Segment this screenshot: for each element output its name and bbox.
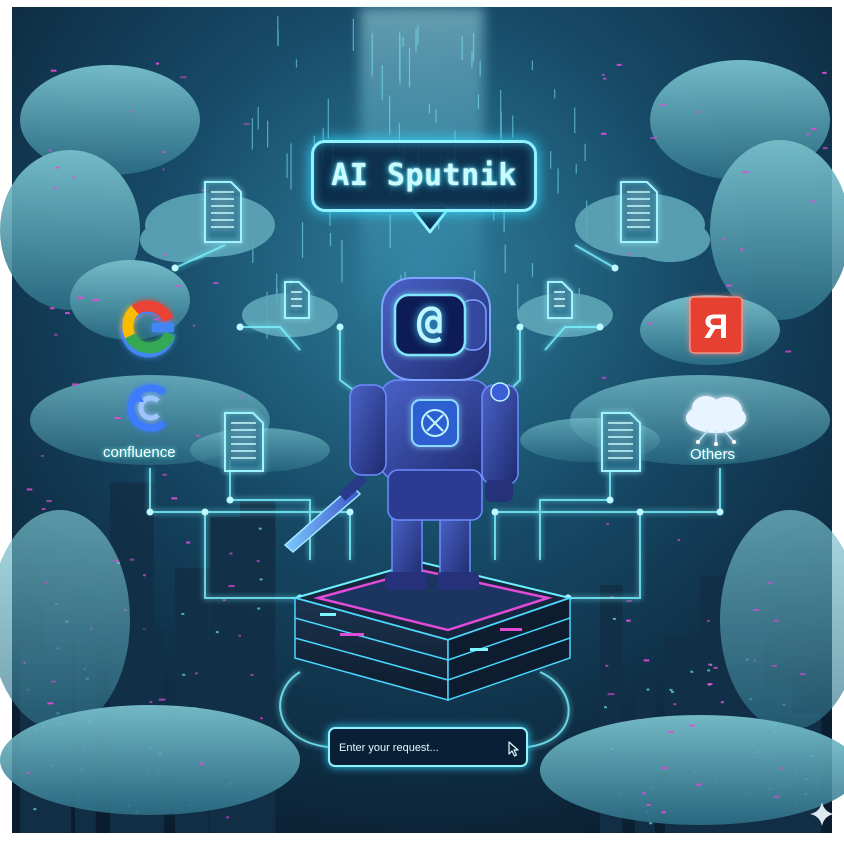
document-icon <box>284 281 310 319</box>
yandex-letter: Я <box>704 308 728 346</box>
others-label: Others <box>690 446 736 463</box>
illustration-frame: Я @ AI Sputnik confluence Others <box>0 0 844 844</box>
yandex-logo-icon: Я <box>689 296 743 354</box>
request-box[interactable] <box>328 727 528 767</box>
document-icon <box>204 181 242 243</box>
request-input[interactable] <box>339 735 499 761</box>
document-icon <box>601 412 641 472</box>
document-icon <box>547 281 573 319</box>
helmet-emblem: @ <box>395 292 465 352</box>
helmet-emblem-symbol: @ <box>416 296 444 347</box>
page-title: AI Sputnik <box>331 158 517 193</box>
document-icon <box>620 181 658 243</box>
mouse-pointer-icon <box>508 741 519 757</box>
confluence-label: confluence <box>103 444 176 461</box>
title-banner: AI Sputnik <box>311 140 537 212</box>
document-icon <box>224 412 264 472</box>
ai-sputnik-illustration: Я <box>0 7 844 833</box>
